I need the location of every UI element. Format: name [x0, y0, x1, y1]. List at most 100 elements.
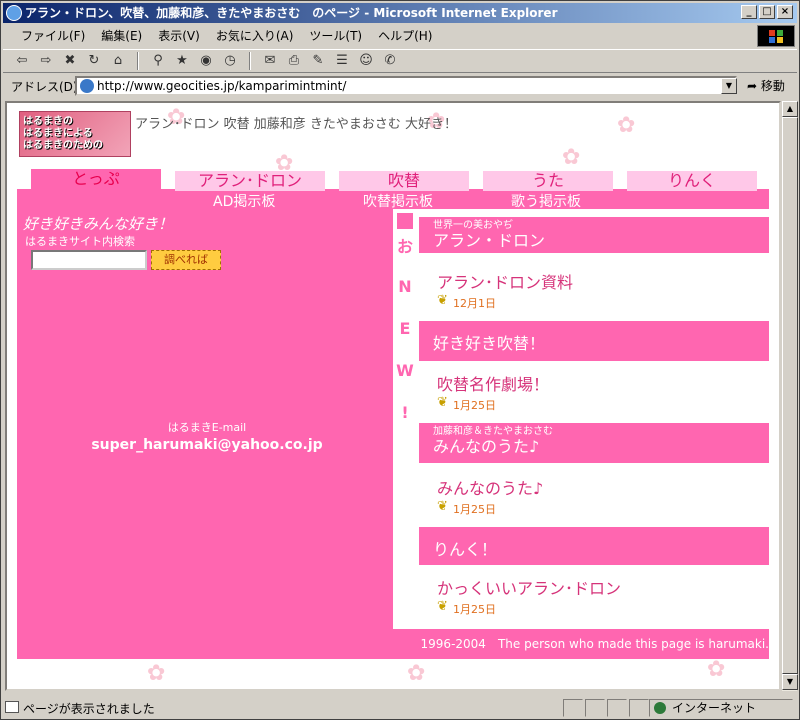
title-bar: アラン・ドロン、吹替、加藤和彦、きたやまおさむ のページ - Microsoft… [3, 3, 797, 23]
menu-file[interactable]: ファイル(F) [13, 27, 93, 44]
update-date: ❦ 1月25日 [437, 395, 496, 413]
site-logo[interactable]: はるまきの はるまきによる はるまきのための [19, 111, 131, 157]
go-button[interactable]: ➦ 移動 [747, 77, 785, 94]
new-char: N [398, 277, 412, 296]
toolbar-separator [137, 52, 139, 70]
blossom-icon [707, 659, 729, 681]
status-cell [607, 699, 627, 717]
back-icon[interactable]: ⇦ [13, 52, 31, 70]
new-char: ! [401, 403, 409, 422]
update-link[interactable]: みんなのうた♪ [437, 475, 543, 499]
update-date-text: 12月1日 [453, 297, 496, 310]
section-header: 好き好き吹替！ [419, 321, 769, 361]
status-message: ページが表示されました [3, 700, 155, 717]
ie-app-icon [6, 5, 22, 21]
new-char: お [396, 237, 413, 256]
rabbit-icon: ❦ [437, 293, 448, 308]
email-label: はるまきE-mail [167, 421, 247, 434]
new-marker [397, 213, 413, 229]
scroll-up-icon[interactable]: ▲ [782, 101, 798, 117]
address-dropdown-icon[interactable]: ▼ [721, 78, 737, 94]
new-char: E [399, 319, 411, 338]
tab-top[interactable]: とっぷ [31, 169, 161, 191]
menu-edit[interactable]: 編集(E) [93, 27, 150, 44]
rabbit-icon: ❦ [437, 499, 448, 514]
whats-new-panel: お N E W ! 世界一の美おやぢ アラン・ドロン アラン･ドロン資料 ❦ 12… [393, 209, 769, 629]
section-subtitle: 加藤和彦＆きたやまおさむ [433, 426, 553, 437]
browser-viewport: はるまきの はるまきによる はるまきのための アラン･ドロン 吹替 加藤和彦 き… [5, 101, 781, 691]
search-icon[interactable]: ⚲ [149, 52, 167, 70]
maximize-button[interactable]: □ [759, 5, 775, 19]
logo-line: はるまきの [23, 116, 73, 127]
tab-songs[interactable]: うた [483, 171, 613, 191]
update-date-text: 1月25日 [453, 503, 496, 516]
tab-links[interactable]: りんく [627, 171, 757, 191]
blossom-icon [147, 663, 169, 685]
update-date: ❦ 12月1日 [437, 293, 496, 311]
page-done-icon [5, 700, 19, 713]
zone-label: インターネット [672, 701, 757, 715]
menu-view[interactable]: 表示(V) [150, 27, 208, 44]
address-input[interactable]: http://www.geocities.jp/kamparimintmint/ [75, 76, 737, 96]
minimize-button[interactable]: _ [741, 5, 757, 19]
status-cell [563, 699, 583, 717]
section-title: 好き好き吹替！ [433, 334, 546, 353]
menu-bar: ファイル(F) 編集(E) 表示(V) お気に入り(A) ツール(T) ヘルプ(… [3, 25, 797, 45]
menu-help[interactable]: ヘルプ(H) [370, 27, 440, 44]
home-icon[interactable]: ⌂ [109, 52, 127, 70]
ad-bbs-link[interactable]: AD掲示板 [213, 191, 275, 211]
page-icon [80, 79, 94, 93]
discuss-icon[interactable]: ☰ [333, 52, 351, 70]
media-icon[interactable]: ◉ [197, 52, 215, 70]
menu-favorites[interactable]: お気に入り(A) [208, 27, 302, 44]
update-link[interactable]: 吹替名作劇場！ [437, 371, 549, 395]
menu-tools[interactable]: ツール(T) [301, 27, 370, 44]
chat-icon[interactable]: ✆ [381, 52, 399, 70]
vertical-scrollbar[interactable]: ▲ ▼ [781, 101, 798, 691]
site-tagline: アラン･ドロン 吹替 加藤和彦 きたやまおさむ 大好き！ [135, 117, 458, 132]
address-url: http://www.geocities.jp/kamparimintmint/ [97, 79, 347, 93]
email-link[interactable]: super_harumaki@yahoo.co.jp [67, 437, 347, 453]
section-subtitle: 世界一の美おやぢ [433, 220, 513, 231]
nav-tabs: とっぷ アラン･ドロン 吹替 うた りんく [17, 169, 769, 191]
tab-dubbing[interactable]: 吹替 [339, 171, 469, 191]
toolbar-separator [249, 52, 251, 70]
dubbing-bbs-link[interactable]: 吹替掲示板 [363, 191, 433, 211]
blossom-icon [562, 147, 584, 169]
print-icon[interactable]: ⎙ [285, 52, 303, 70]
status-cell [585, 699, 605, 717]
rabbit-icon: ❦ [437, 599, 448, 614]
section-title: りんく！ [433, 540, 498, 559]
new-char: W [396, 361, 414, 380]
search-button[interactable]: 調べれば [151, 250, 221, 270]
status-cell [629, 699, 649, 717]
section-title: みんなのうた♪ [433, 437, 540, 456]
logo-line: はるまきのための [23, 140, 103, 151]
close-button[interactable]: × [777, 5, 793, 19]
refresh-icon[interactable]: ↻ [85, 52, 103, 70]
update-link[interactable]: かっくいいアラン･ドロン [437, 575, 621, 599]
section-title: アラン・ドロン [433, 231, 546, 250]
update-date-text: 1月25日 [453, 603, 496, 616]
site-search-input[interactable] [31, 250, 147, 270]
messenger-icon[interactable]: ☺ [357, 52, 375, 70]
scroll-thumb[interactable] [782, 117, 798, 674]
edit-icon[interactable]: ✎ [309, 52, 327, 70]
update-link[interactable]: アラン･ドロン資料 [437, 269, 573, 293]
status-message-text: ページが表示されました [23, 701, 155, 716]
scroll-down-icon[interactable]: ▼ [782, 674, 798, 690]
left-heading: 好き好きみんな好き！ [23, 215, 174, 233]
mail-icon[interactable]: ✉ [261, 52, 279, 70]
tab-alain-delon[interactable]: アラン･ドロン [175, 171, 325, 191]
update-date: ❦ 1月25日 [437, 499, 496, 517]
history-icon[interactable]: ◷ [221, 52, 239, 70]
song-bbs-link[interactable]: 歌う掲示板 [511, 191, 581, 211]
windows-logo-icon [757, 25, 795, 47]
update-date-text: 1月25日 [453, 399, 496, 412]
search-label: はるまきサイト内検索 [25, 235, 135, 248]
section-header: 世界一の美おやぢ アラン・ドロン [419, 217, 769, 253]
stop-icon[interactable]: ✖ [61, 52, 79, 70]
footer-copyright: 1996-2004 The person who made this page … [420, 637, 769, 651]
forward-icon[interactable]: ⇨ [37, 52, 55, 70]
favorites-icon[interactable]: ★ [173, 52, 191, 70]
